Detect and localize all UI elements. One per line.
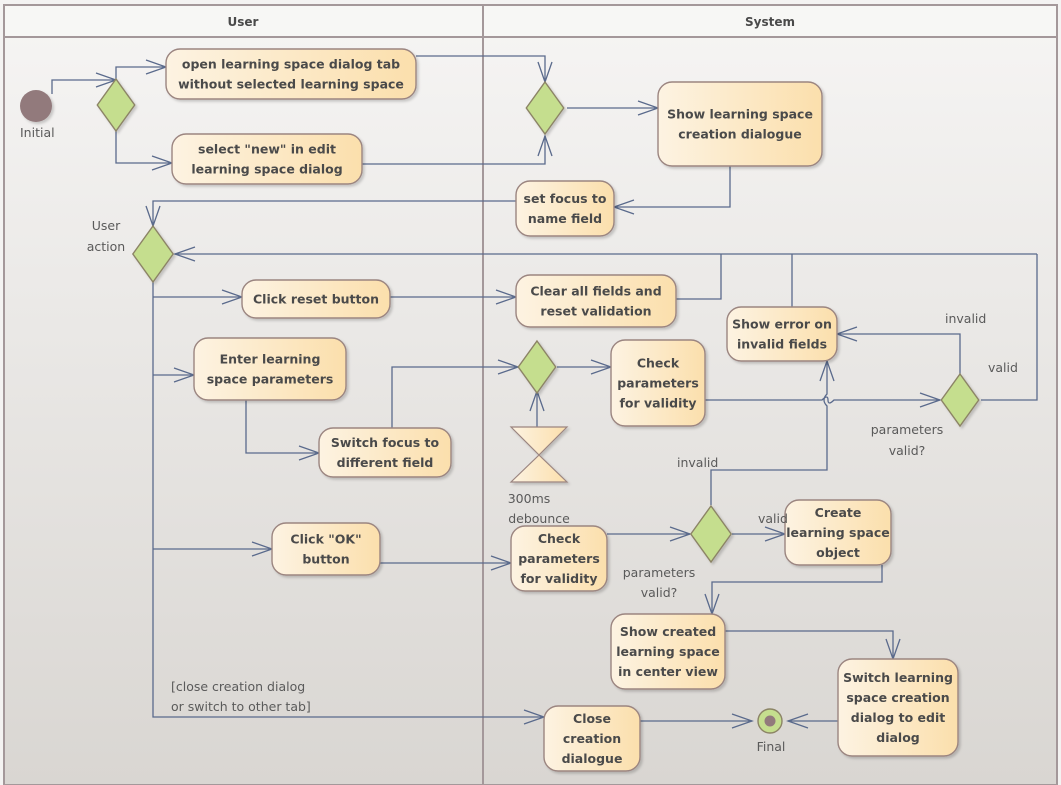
activity-label: Click reset button bbox=[253, 292, 379, 307]
activity-label: creation bbox=[563, 731, 621, 746]
activity-label: learning space bbox=[616, 644, 719, 659]
activity-clear-fields[interactable]: Clear all fields and reset validation bbox=[515, 274, 677, 328]
activity-label: different field bbox=[337, 455, 434, 470]
activity-label: for validity bbox=[619, 396, 696, 411]
activity-switch-focus[interactable]: Switch focus to different field bbox=[318, 427, 452, 478]
activity-label: select "new" in edit bbox=[198, 142, 336, 157]
activity-label: learning space dialog bbox=[191, 162, 342, 177]
activity-label: Show learning space bbox=[667, 107, 813, 122]
activity-box bbox=[515, 180, 615, 237]
activity-label: button bbox=[302, 552, 349, 567]
edge-label: User bbox=[92, 218, 121, 233]
activity-label: dialogue bbox=[562, 751, 623, 766]
edge-label: [close creation dialog bbox=[171, 679, 305, 694]
activity-label: space creation bbox=[846, 690, 949, 705]
activity-set-focus[interactable]: set focus to name field bbox=[515, 180, 615, 237]
activity-click-reset[interactable]: Click reset button bbox=[241, 279, 391, 319]
activity-box bbox=[193, 337, 347, 401]
activity-label: Click "OK" bbox=[290, 532, 361, 547]
activity-label: in center view bbox=[618, 664, 718, 679]
activity-label: space parameters bbox=[207, 372, 334, 387]
activity-diagram: User System open learning space dialog t… bbox=[0, 0, 1061, 785]
activity-box bbox=[657, 81, 823, 167]
edge-label: valid bbox=[758, 511, 788, 526]
activity-label: for validity bbox=[520, 571, 597, 586]
activity-label: reset validation bbox=[540, 304, 651, 319]
activity-label: Create bbox=[815, 505, 862, 520]
lane-title-user: User bbox=[228, 15, 259, 29]
activity-create-object[interactable]: Create learning space object bbox=[784, 499, 892, 566]
edge-label: action bbox=[87, 239, 125, 254]
activity-label: dialog to edit bbox=[851, 710, 945, 725]
activity-label: Clear all fields and bbox=[530, 284, 661, 299]
activity-click-ok[interactable]: Click "OK" button bbox=[271, 522, 381, 576]
activity-label: without selected learning space bbox=[178, 77, 404, 92]
activity-label: set focus to bbox=[524, 191, 607, 206]
diagram-canvas: User System open learning space dialog t… bbox=[3, 4, 1058, 785]
activity-show-error[interactable]: Show error on invalid fields bbox=[726, 306, 838, 362]
activity-label: Switch learning bbox=[843, 670, 953, 685]
final-node-core bbox=[764, 715, 776, 727]
activity-label: parameters bbox=[617, 376, 699, 391]
activity-label: Show created bbox=[620, 624, 716, 639]
activity-label: Check bbox=[637, 356, 680, 371]
lane-title-system: System bbox=[745, 15, 795, 29]
activity-show-created[interactable]: Show created learning space in center view bbox=[610, 613, 726, 690]
activity-switch-to-edit[interactable]: Switch learning space creation dialog to e… bbox=[837, 658, 959, 757]
edge-label: Initial bbox=[20, 125, 55, 140]
activity-label: parameters bbox=[518, 551, 600, 566]
edge-label: parameters bbox=[623, 565, 696, 580]
activity-label: object bbox=[816, 545, 860, 560]
activity-enter-params[interactable]: Enter learning space parameters bbox=[193, 337, 347, 401]
activity-open-tab[interactable]: open learning space dialog tab without se… bbox=[165, 48, 417, 100]
activity-show-dialog[interactable]: Show learning space creation dialogue bbox=[657, 81, 823, 167]
edge-label: valid? bbox=[641, 585, 678, 600]
edge-label: valid bbox=[988, 360, 1018, 375]
activity-label: Check bbox=[538, 531, 581, 546]
edge-label: debounce bbox=[508, 511, 570, 526]
activity-box bbox=[726, 306, 838, 362]
edge-label: or switch to other tab] bbox=[171, 699, 311, 714]
activity-close-dialog[interactable]: Close creation dialogue bbox=[543, 705, 641, 772]
activity-label: Close bbox=[573, 711, 611, 726]
activity-label: Enter learning bbox=[220, 352, 321, 367]
activity-label: Show error on bbox=[732, 317, 832, 332]
activity-select-new[interactable]: select "new" in edit learning space dialo… bbox=[171, 133, 363, 185]
activity-check-params-2[interactable]: Check parameters for validity bbox=[510, 525, 608, 592]
activity-label: open learning space dialog tab bbox=[182, 57, 400, 72]
activity-label: creation dialogue bbox=[678, 127, 801, 142]
edge-label: parameters bbox=[871, 422, 944, 437]
initial-node[interactable] bbox=[20, 90, 52, 122]
activity-label: dialog bbox=[876, 730, 920, 745]
activity-check-params-1[interactable]: Check parameters for validity bbox=[610, 339, 706, 427]
activity-label: name field bbox=[528, 211, 602, 226]
activity-label: Switch focus to bbox=[331, 435, 440, 450]
activity-label: learning space bbox=[786, 525, 889, 540]
edge-label: invalid bbox=[945, 311, 986, 326]
edge-label: Final bbox=[757, 739, 786, 754]
edge-label: 300ms bbox=[508, 491, 551, 506]
edge-label: valid? bbox=[889, 443, 926, 458]
activity-label: invalid fields bbox=[737, 337, 827, 352]
edge-label: invalid bbox=[677, 455, 718, 470]
lane-header-bg bbox=[5, 6, 1056, 37]
